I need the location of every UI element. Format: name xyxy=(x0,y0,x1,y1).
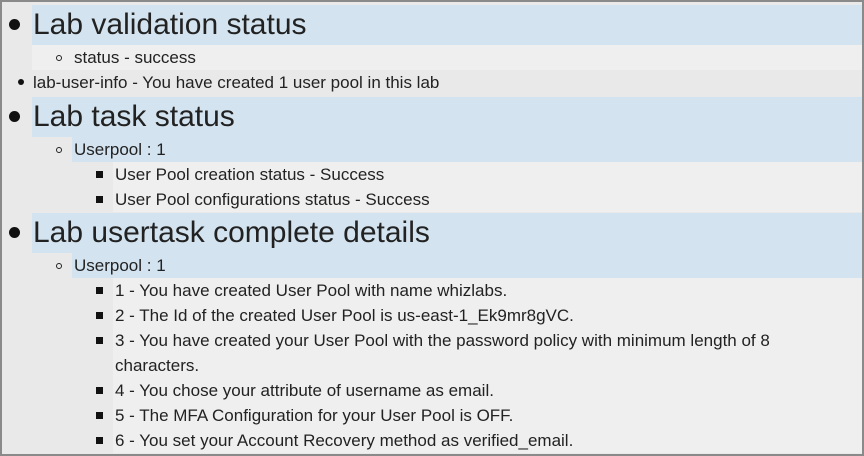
bullet-circle xyxy=(56,263,62,269)
bullet-square xyxy=(96,437,103,444)
task-item: User Pool configurations status - Succes… xyxy=(96,187,862,212)
bullet-disc xyxy=(9,111,20,122)
bullet-square xyxy=(96,287,103,294)
usertask-item: 4 - You chose your attribute of username… xyxy=(96,378,862,403)
bullet-square xyxy=(96,337,103,344)
user-info-section: lab-user-info - You have created 1 user … xyxy=(2,70,862,95)
usertask-heading: Lab usertask complete details xyxy=(32,213,862,253)
bullet-square xyxy=(96,387,103,394)
bullet-disc xyxy=(9,227,20,238)
user-info-text: lab-user-info - You have created 1 user … xyxy=(33,73,440,92)
bullet-square xyxy=(96,196,103,203)
usertask-userpool-label: Userpool : 1 xyxy=(74,256,166,275)
bullet-circle xyxy=(56,147,62,153)
task-userpool-label: Userpool : 1 xyxy=(74,140,166,159)
validation-status-text: status - success xyxy=(74,48,196,67)
bullet-square xyxy=(96,312,103,319)
usertask-item-continued: characters. xyxy=(113,353,862,378)
lab-report: Lab validation status status - success l… xyxy=(2,2,862,454)
usertask-item: 2 - The Id of the created User Pool is u… xyxy=(96,303,862,328)
usertask-item: 6 - You set your Account Recovery method… xyxy=(96,428,862,453)
usertask-item: 5 - The MFA Configuration for your User … xyxy=(96,403,862,428)
bullet-circle xyxy=(56,55,62,61)
usertask-item: 1 - You have created User Pool with name… xyxy=(96,278,862,303)
bullet-disc-small xyxy=(18,79,24,85)
bullet-disc xyxy=(9,19,20,30)
bullet-square xyxy=(96,171,103,178)
validation-section: Lab validation status status - success xyxy=(2,5,862,70)
usertask-section: Lab usertask complete details Userpool :… xyxy=(2,213,862,453)
task-item: User Pool creation status - Success xyxy=(96,162,862,187)
validation-heading: Lab validation status xyxy=(32,5,862,45)
task-status-section: Lab task status Userpool : 1 User Pool c… xyxy=(2,97,862,212)
usertask-item: 3 - You have created your User Pool with… xyxy=(96,328,862,353)
task-status-heading: Lab task status xyxy=(32,97,862,137)
bullet-square xyxy=(96,412,103,419)
